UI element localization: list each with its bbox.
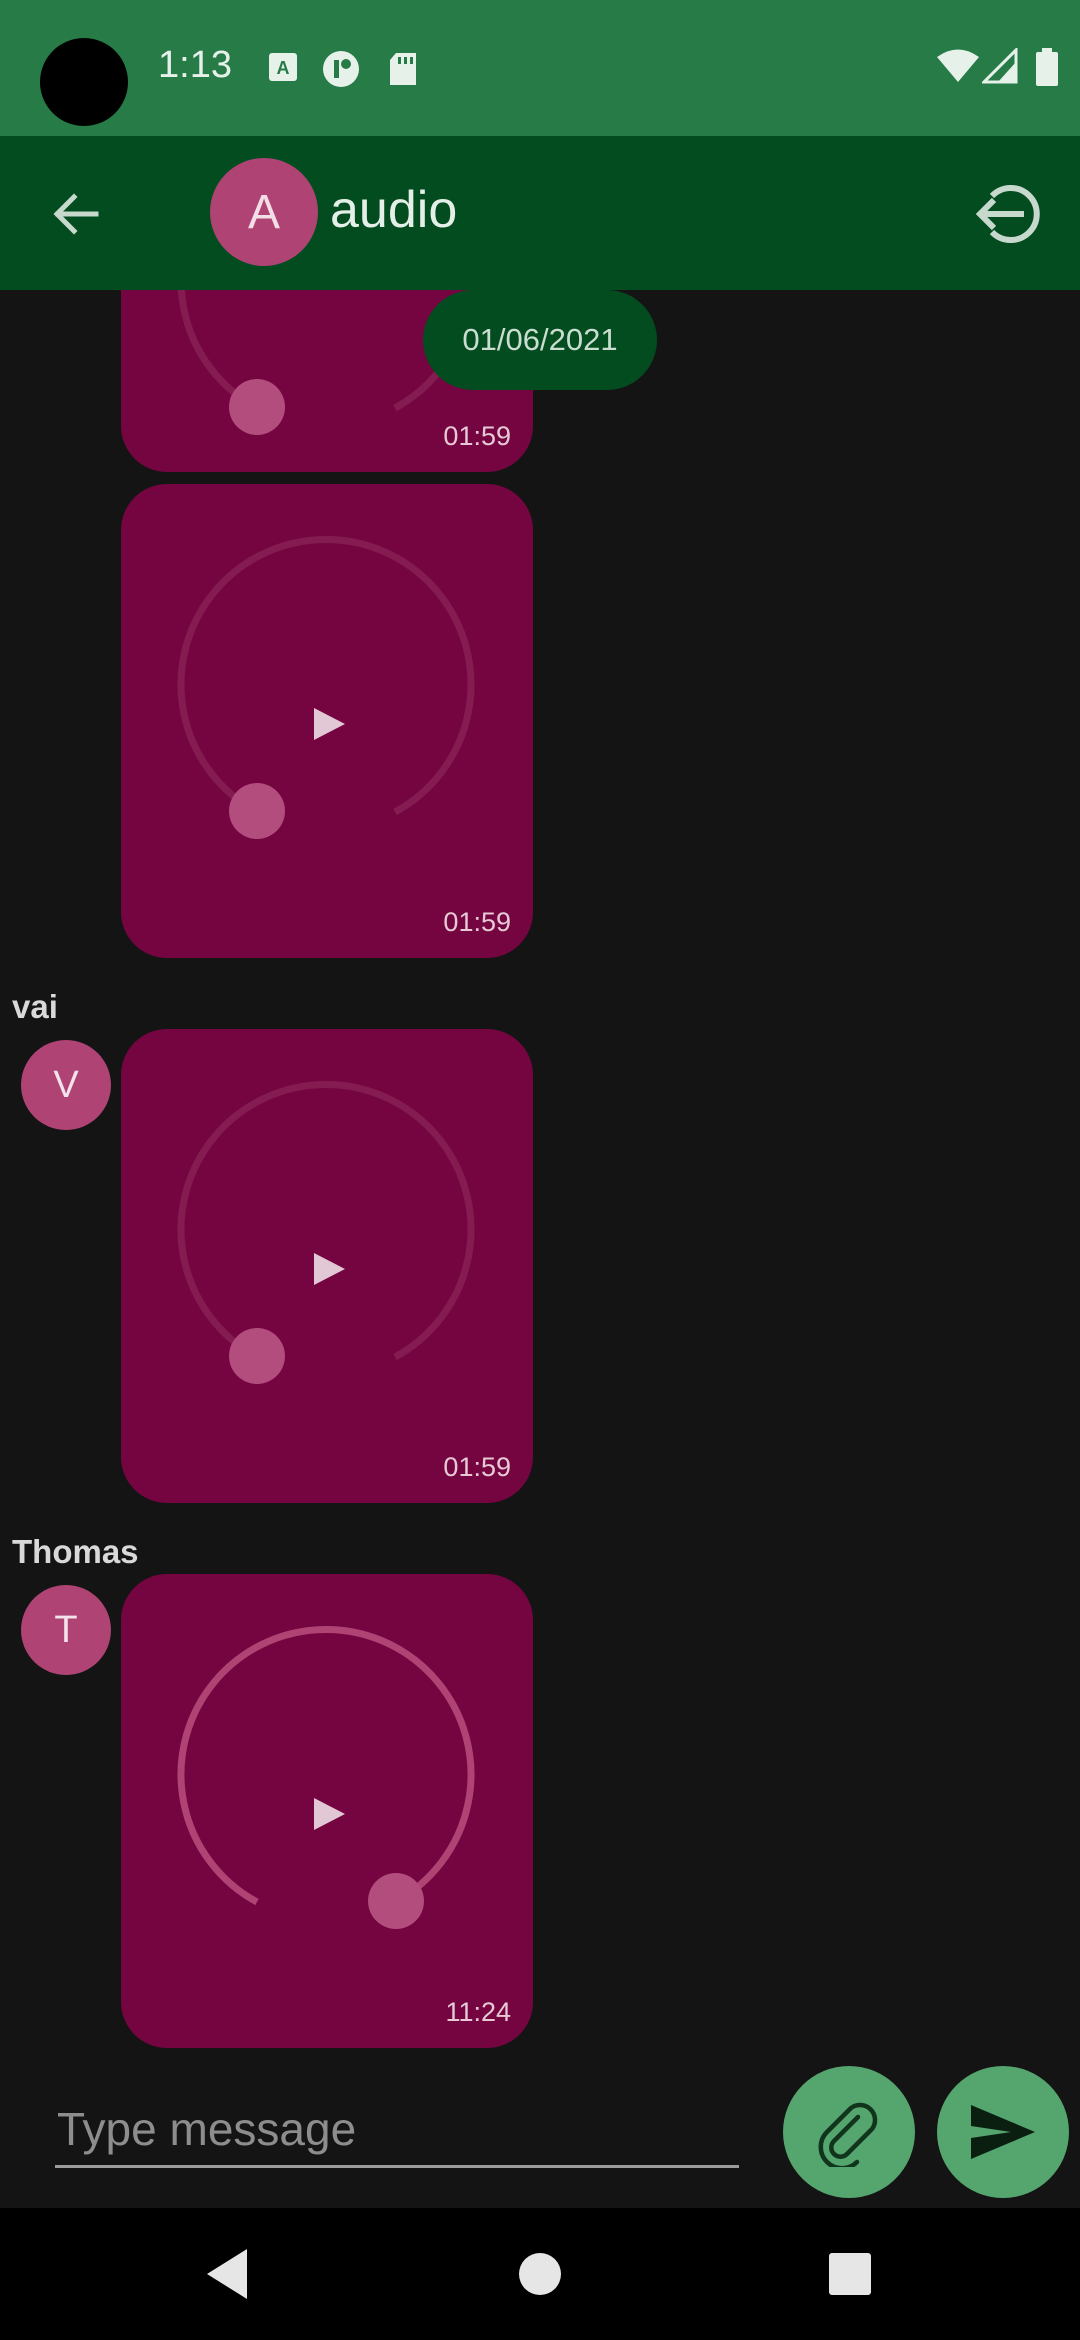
camera-cutout bbox=[40, 38, 128, 126]
audio-message[interactable]: 01:59 bbox=[121, 484, 533, 958]
status-time: 1:13 bbox=[158, 44, 232, 86]
sender-name: vai bbox=[12, 988, 58, 1025]
nav-home-icon bbox=[519, 2253, 561, 2295]
play-icon[interactable] bbox=[314, 708, 345, 740]
audio-message[interactable]: 11:24 bbox=[121, 1574, 533, 2048]
audio-progress-thumb[interactable] bbox=[229, 783, 285, 839]
audio-dial bbox=[177, 1626, 475, 1929]
audio-duration: 01:59 bbox=[443, 1452, 511, 1482]
composer bbox=[0, 2060, 1080, 2208]
wifi-icon bbox=[937, 49, 979, 82]
audio-progress-thumb[interactable] bbox=[368, 1873, 424, 1929]
sd-card-icon bbox=[390, 53, 416, 85]
date-chip: 01/06/2021 bbox=[423, 290, 657, 390]
signal-icon bbox=[982, 48, 1018, 84]
system-nav-bar bbox=[0, 2208, 1080, 2340]
message-input[interactable] bbox=[55, 2092, 739, 2168]
audio-duration: 01:59 bbox=[443, 421, 511, 451]
nav-recents-icon bbox=[829, 2253, 871, 2295]
nav-back-icon bbox=[207, 2249, 247, 2299]
chat-title[interactable]: audio bbox=[330, 180, 457, 240]
play-icon[interactable] bbox=[314, 1253, 345, 1285]
audio-dial bbox=[177, 536, 475, 839]
svg-text:A: A bbox=[277, 58, 290, 78]
audio-duration: 01:59 bbox=[443, 907, 511, 937]
audio-duration: 11:24 bbox=[445, 1997, 511, 2027]
attach-button[interactable] bbox=[783, 2066, 915, 2198]
sender-avatar[interactable]: T bbox=[21, 1585, 111, 1675]
audio-progress-thumb[interactable] bbox=[229, 1328, 285, 1384]
chat-avatar[interactable]: A bbox=[210, 158, 318, 266]
chat-messages[interactable]: 01:59 01/06/2021 01:59 vai V 01:59 Thoma… bbox=[0, 290, 1080, 2060]
app-bar: A audio bbox=[0, 136, 1080, 290]
battery-icon bbox=[1036, 48, 1058, 86]
nav-home-button[interactable] bbox=[498, 2232, 582, 2316]
send-button[interactable] bbox=[937, 2066, 1069, 2198]
nav-recents-button[interactable] bbox=[808, 2232, 892, 2316]
send-icon bbox=[971, 2105, 1035, 2159]
audio-message[interactable]: 01:59 bbox=[121, 1029, 533, 1503]
app-circle-icon bbox=[323, 51, 359, 87]
play-icon[interactable] bbox=[314, 1798, 345, 1830]
app-font-icon: A bbox=[269, 53, 297, 81]
nav-back-button[interactable] bbox=[185, 2232, 269, 2316]
back-button[interactable] bbox=[38, 176, 114, 252]
audio-dial bbox=[177, 1081, 475, 1384]
arrow-back-icon bbox=[53, 193, 99, 235]
status-bar: 1:13 A bbox=[0, 0, 1080, 136]
sender-name: Thomas bbox=[12, 1533, 139, 1570]
sender-avatar[interactable]: V bbox=[21, 1040, 111, 1130]
logout-icon bbox=[975, 185, 1040, 243]
paperclip-icon bbox=[818, 2102, 878, 2167]
logout-button[interactable] bbox=[970, 174, 1050, 254]
